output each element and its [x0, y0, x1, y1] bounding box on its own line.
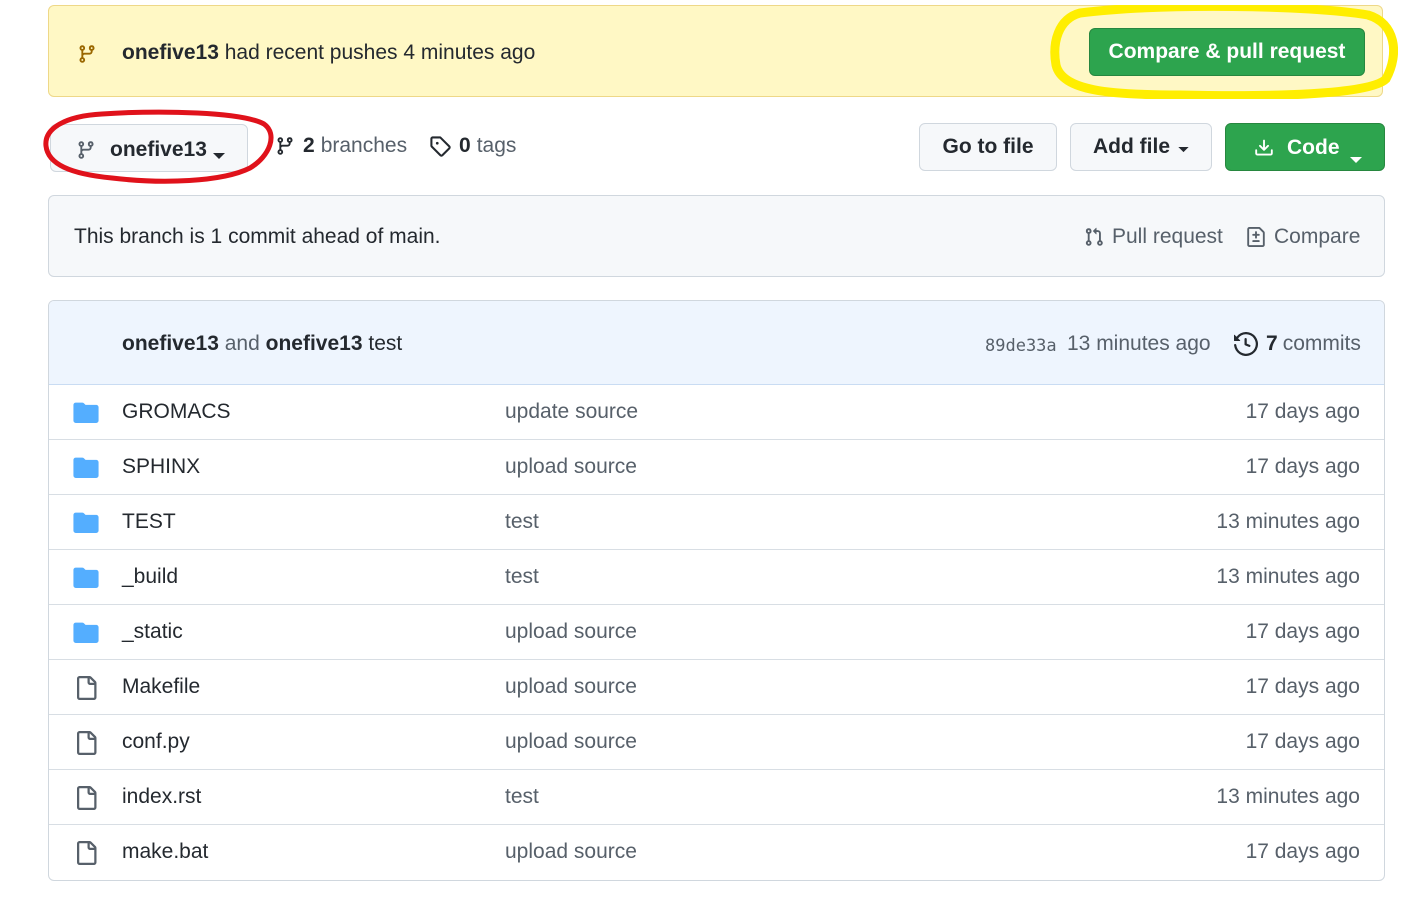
commit-message[interactable]: test — [368, 332, 402, 355]
git-pull-request-icon — [1084, 226, 1104, 248]
commit-time: 13 minutes ago — [1067, 332, 1211, 355]
file-commit-message[interactable]: upload source — [505, 620, 637, 644]
file-row[interactable]: index.rst test 13 minutes ago — [49, 769, 1384, 824]
pull-request-label: Pull request — [1112, 225, 1223, 248]
git-branch-icon — [77, 43, 97, 65]
file-commit-message[interactable]: test — [505, 565, 539, 589]
file-row[interactable]: GROMACS update source 17 days ago — [49, 385, 1384, 439]
file-list: onefive13 and onefive13 test 89de33a 13 … — [48, 300, 1385, 881]
file-commit-age: 17 days ago — [1245, 840, 1360, 863]
recent-pushes-text: onefive13 had recent pushes 4 minutes ag… — [122, 41, 535, 65]
file-name[interactable]: _build — [122, 565, 178, 589]
branch-selector-button[interactable]: onefive13 — [50, 124, 248, 172]
tags-count: 0 — [459, 134, 471, 157]
file-commit-message[interactable]: upload source — [505, 840, 637, 864]
file-commit-message[interactable]: test — [505, 510, 539, 534]
caret-down-icon — [1178, 135, 1189, 159]
file-icon — [73, 786, 99, 815]
folder-icon — [73, 621, 99, 648]
commit-authors: onefive13 and onefive13 test — [122, 332, 402, 356]
file-commit-age: 17 days ago — [1245, 620, 1360, 643]
file-row[interactable]: TEST test 13 minutes ago — [49, 494, 1384, 549]
file-commit-age: 17 days ago — [1245, 730, 1360, 753]
current-branch-label: onefive13 — [110, 138, 207, 161]
folder-icon — [73, 566, 99, 593]
file-icon — [73, 676, 99, 705]
file-icon — [73, 731, 99, 760]
branch-ahead-box: This branch is 1 commit ahead of main. P… — [48, 195, 1385, 277]
recent-pushes-banner: onefive13 had recent pushes 4 minutes ag… — [48, 5, 1383, 97]
file-rows: GROMACS update source 17 days ago SPHINX upl… — [49, 385, 1384, 879]
file-commit-age: 17 days ago — [1245, 455, 1360, 478]
file-name[interactable]: conf.py — [122, 730, 190, 754]
go-to-file-button[interactable]: Go to file — [919, 123, 1057, 171]
add-file-label: Add file — [1093, 135, 1170, 158]
commits-count: 7 — [1266, 332, 1278, 355]
commit-sha[interactable]: 89de33a — [985, 336, 1057, 356]
folder-icon — [73, 511, 99, 538]
code-label: Code — [1287, 136, 1340, 159]
branches-link[interactable]: 2 branches — [275, 134, 407, 158]
file-commit-message[interactable]: test — [505, 785, 539, 809]
commit-author[interactable]: onefive13 — [122, 332, 219, 355]
file-name[interactable]: SPHINX — [122, 455, 200, 479]
file-name[interactable]: make.bat — [122, 840, 208, 864]
file-commit-message[interactable]: upload source — [505, 675, 637, 699]
latest-commit-header: onefive13 and onefive13 test 89de33a 13 … — [49, 301, 1384, 385]
file-commit-age: 17 days ago — [1245, 675, 1360, 698]
commits-label: commits — [1282, 332, 1361, 355]
file-name[interactable]: Makefile — [122, 675, 200, 699]
pushed-branch-name[interactable]: onefive13 — [122, 41, 219, 64]
folder-icon — [73, 401, 99, 428]
file-commit-message[interactable]: update source — [505, 400, 638, 424]
file-row[interactable]: make.bat upload source 17 days ago — [49, 824, 1384, 879]
tags-link[interactable]: 0 tags — [429, 134, 516, 158]
git-branch-icon — [275, 135, 295, 157]
file-name[interactable]: TEST — [122, 510, 176, 534]
file-name[interactable]: _static — [122, 620, 183, 644]
branches-label: branches — [320, 134, 408, 157]
file-row[interactable]: _build test 13 minutes ago — [49, 549, 1384, 604]
commits-history-link[interactable]: 7 commits — [1234, 332, 1361, 356]
folder-icon — [73, 456, 99, 483]
file-commit-age: 17 days ago — [1245, 400, 1360, 423]
pull-request-link[interactable]: Pull request — [1084, 225, 1223, 249]
branch-ahead-text: This branch is 1 commit ahead of main. — [74, 225, 441, 248]
caret-down-icon — [213, 147, 225, 165]
file-row[interactable]: conf.py upload source 17 days ago — [49, 714, 1384, 769]
file-row[interactable]: SPHINX upload source 17 days ago — [49, 439, 1384, 494]
and-label: and — [224, 332, 260, 355]
compare-label: Compare — [1274, 225, 1361, 248]
compare-link[interactable]: Compare — [1246, 225, 1360, 249]
file-diff-icon — [1246, 226, 1266, 248]
caret-down-icon — [1350, 146, 1362, 170]
tags-label: tags — [476, 134, 517, 157]
git-branch-icon — [76, 139, 96, 161]
file-commit-age: 13 minutes ago — [1216, 785, 1360, 808]
file-commit-age: 13 minutes ago — [1216, 565, 1360, 588]
file-row[interactable]: Makefile upload source 17 days ago — [49, 659, 1384, 714]
download-icon — [1254, 137, 1274, 165]
file-name[interactable]: index.rst — [122, 785, 201, 809]
compare-pull-request-button[interactable]: Compare & pull request — [1089, 28, 1365, 76]
file-row[interactable]: _static upload source 17 days ago — [49, 604, 1384, 659]
file-icon — [73, 841, 99, 870]
add-file-button[interactable]: Add file — [1070, 123, 1212, 171]
commit-committer[interactable]: onefive13 — [266, 332, 363, 355]
file-commit-message[interactable]: upload source — [505, 455, 637, 479]
code-button[interactable]: Code — [1225, 123, 1385, 171]
tag-icon — [429, 135, 451, 157]
branches-count: 2 — [303, 134, 315, 157]
file-name[interactable]: GROMACS — [122, 400, 231, 424]
history-icon — [1234, 332, 1258, 356]
file-commit-message[interactable]: upload source — [505, 730, 637, 754]
file-commit-age: 13 minutes ago — [1216, 510, 1360, 533]
recent-pushes-message: had recent pushes 4 minutes ago — [224, 41, 536, 64]
